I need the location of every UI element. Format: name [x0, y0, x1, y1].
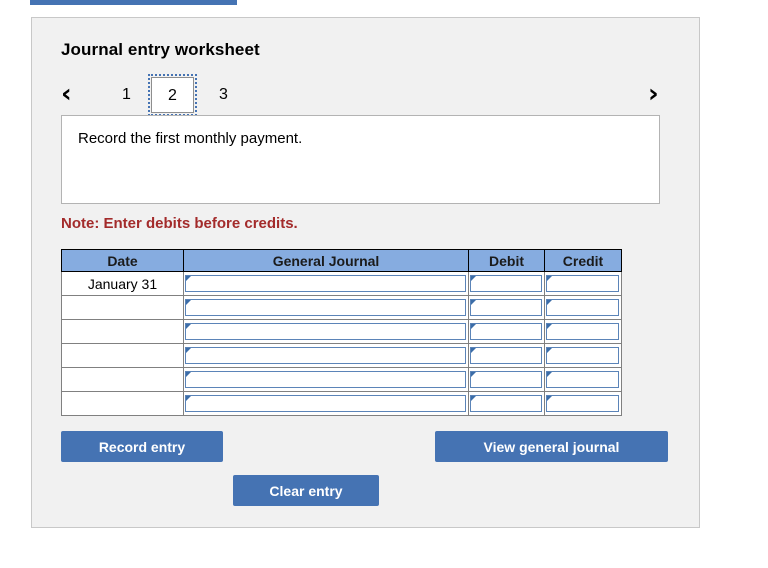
cell-corner-flag-icon	[547, 348, 552, 353]
cell-corner-flag-icon	[471, 372, 476, 377]
cell-corner-flag-icon	[471, 348, 476, 353]
debit-field[interactable]	[470, 323, 542, 340]
general-journal-input-cell[interactable]	[183, 343, 469, 368]
debit-input-cell[interactable]	[468, 367, 545, 392]
debit-input-cell[interactable]	[468, 343, 545, 368]
cell-corner-flag-icon	[186, 324, 191, 329]
chevron-left-icon[interactable]: ‹	[61, 78, 72, 110]
cell-corner-flag-icon	[547, 324, 552, 329]
credit-input-cell[interactable]	[544, 343, 622, 368]
cut-off-blue-tab[interactable]	[30, 0, 237, 5]
pager-page-3[interactable]: 3	[209, 80, 238, 110]
general-journal-input-cell[interactable]	[183, 367, 469, 392]
general-journal-input-cell[interactable]	[183, 391, 469, 416]
table-row: January 31	[61, 271, 622, 296]
credit-input-cell[interactable]	[544, 295, 622, 320]
column-header-general-journal: General Journal	[183, 249, 469, 272]
debit-field[interactable]	[470, 299, 542, 316]
record-entry-button[interactable]: Record entry	[61, 431, 223, 462]
credit-input-cell[interactable]	[544, 271, 622, 296]
debit-field[interactable]	[470, 395, 542, 412]
journal-entry-worksheet-panel: Journal entry worksheet ‹ 1 2 3 › Record…	[31, 17, 700, 528]
general-journal-field[interactable]	[185, 299, 466, 316]
journal-entry-table: Date General Journal Debit Credit Januar…	[61, 249, 622, 416]
column-header-debit: Debit	[468, 249, 545, 272]
table-row	[61, 367, 622, 392]
general-journal-field[interactable]	[185, 347, 466, 364]
cell-corner-flag-icon	[186, 300, 191, 305]
debit-input-cell[interactable]	[468, 271, 545, 296]
cell-corner-flag-icon	[186, 396, 191, 401]
table-header-row: Date General Journal Debit Credit	[61, 249, 622, 272]
cell-corner-flag-icon	[547, 300, 552, 305]
credit-input-cell[interactable]	[544, 319, 622, 344]
cell-corner-flag-icon	[547, 276, 552, 281]
general-journal-input-cell[interactable]	[183, 295, 469, 320]
debit-input-cell[interactable]	[468, 295, 545, 320]
debit-field[interactable]	[470, 275, 542, 292]
column-header-date: Date	[61, 249, 184, 272]
debit-input-cell[interactable]	[468, 391, 545, 416]
credit-input-cell[interactable]	[544, 367, 622, 392]
credit-input-cell[interactable]	[544, 391, 622, 416]
chevron-right-icon[interactable]: ›	[648, 78, 659, 110]
cell-corner-flag-icon	[547, 396, 552, 401]
date-cell[interactable]: January 31	[61, 271, 184, 296]
cell-corner-flag-icon	[471, 324, 476, 329]
worksheet-pager: ‹ 1 2 3 ›	[61, 74, 672, 116]
credit-field[interactable]	[546, 347, 619, 364]
debits-before-credits-note: Note: Enter debits before credits.	[61, 215, 298, 232]
page-title: Journal entry worksheet	[61, 40, 260, 59]
cell-corner-flag-icon	[186, 276, 191, 281]
general-journal-input-cell[interactable]	[183, 319, 469, 344]
credit-field[interactable]	[546, 299, 619, 316]
date-cell[interactable]	[61, 295, 184, 320]
pager-page-1[interactable]: 1	[112, 80, 141, 110]
general-journal-field[interactable]	[185, 395, 466, 412]
cell-corner-flag-icon	[547, 372, 552, 377]
general-journal-field[interactable]	[185, 275, 466, 292]
column-header-credit: Credit	[544, 249, 622, 272]
credit-field[interactable]	[546, 371, 619, 388]
table-row	[61, 391, 622, 416]
general-journal-field[interactable]	[185, 371, 466, 388]
cell-corner-flag-icon	[471, 396, 476, 401]
table-row	[61, 343, 622, 368]
debit-field[interactable]	[470, 371, 542, 388]
table-row	[61, 295, 622, 320]
view-general-journal-button[interactable]: View general journal	[435, 431, 668, 462]
general-journal-input-cell[interactable]	[183, 271, 469, 296]
cell-corner-flag-icon	[186, 348, 191, 353]
debit-field[interactable]	[470, 347, 542, 364]
cell-corner-flag-icon	[471, 300, 476, 305]
date-cell[interactable]	[61, 319, 184, 344]
pager-page-2-selected[interactable]: 2	[148, 74, 197, 116]
clear-entry-button[interactable]: Clear entry	[233, 475, 379, 506]
credit-field[interactable]	[546, 323, 619, 340]
transaction-description-text: Record the first monthly payment.	[78, 130, 303, 147]
table-row	[61, 319, 622, 344]
cell-corner-flag-icon	[471, 276, 476, 281]
credit-field[interactable]	[546, 395, 619, 412]
credit-field[interactable]	[546, 275, 619, 292]
date-cell[interactable]	[61, 391, 184, 416]
general-journal-field[interactable]	[185, 323, 466, 340]
transaction-description-box: Record the first monthly payment.	[61, 115, 660, 204]
cell-corner-flag-icon	[186, 372, 191, 377]
date-cell[interactable]	[61, 343, 184, 368]
date-cell[interactable]	[61, 367, 184, 392]
debit-input-cell[interactable]	[468, 319, 545, 344]
